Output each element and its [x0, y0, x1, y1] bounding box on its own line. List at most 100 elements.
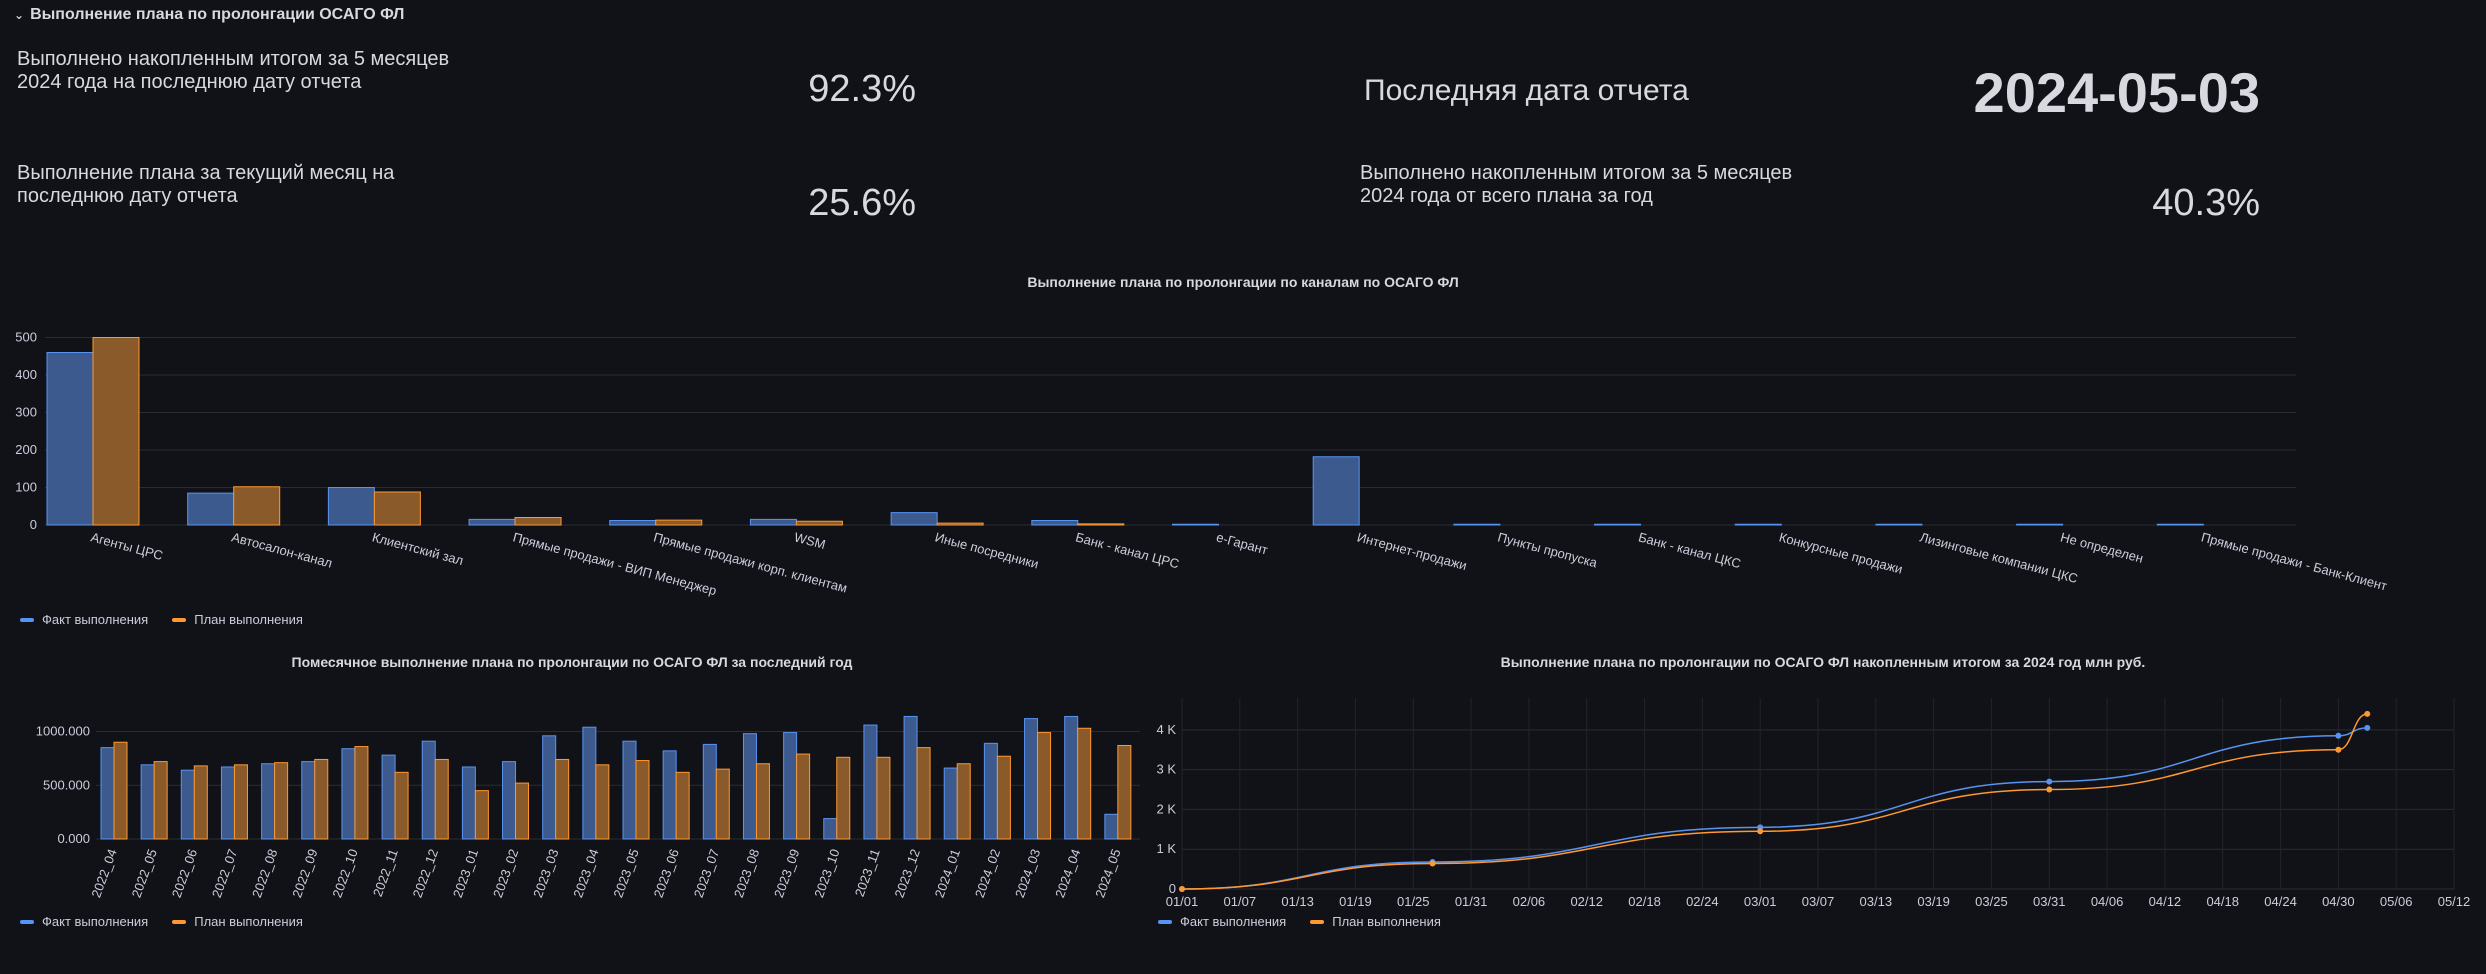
- x-tick-label: 2022_04: [88, 847, 119, 900]
- x-tick-label: 2023_01: [450, 847, 481, 900]
- legend-swatch-plan: [172, 919, 187, 924]
- legend-fact[interactable]: Факт выполнения: [1158, 914, 1286, 929]
- bar-plan: [936, 522, 984, 526]
- x-tick-label: 01/19: [1339, 894, 1372, 909]
- bar-plan: [474, 790, 489, 840]
- bar-plan: [996, 755, 1011, 840]
- bar-fact: [1031, 520, 1079, 526]
- legend-label-plan: План выполнения: [1332, 914, 1441, 929]
- y-tick-label: 500.000: [43, 777, 90, 792]
- x-tick-label: 01/31: [1455, 894, 1488, 909]
- x-tick-label: 2023_09: [771, 847, 802, 900]
- bar-fact: [261, 763, 276, 840]
- x-tick-label: 2024_02: [972, 847, 1003, 900]
- bar-plan: [635, 760, 650, 840]
- cumulative-chart-title: Выполнение плана по пролонгации по ОСАГО…: [1500, 654, 2146, 670]
- legend-label-fact: Факт выполнения: [42, 914, 149, 929]
- bar-fact: [2016, 523, 2064, 526]
- channels-legend: Факт выполнения План выполнения: [20, 612, 303, 627]
- x-tick-label: 2023_03: [530, 847, 561, 900]
- bar-fact: [2156, 523, 2204, 526]
- bar-fact: [749, 518, 797, 526]
- bar-fact: [180, 769, 195, 840]
- x-tick-label: Прямые продажи - Банк-Клиент: [2200, 529, 2389, 593]
- bar-plan: [193, 765, 208, 840]
- bar-fact: [1312, 456, 1360, 526]
- bar-fact: [582, 726, 597, 840]
- legend-swatch-fact: [20, 919, 34, 924]
- x-tick-label: Лизинговые компании ЦКС: [1918, 529, 2079, 586]
- bar-fact: [381, 754, 396, 840]
- stat-label-cumulative: Выполнено накопленным итогом за 5 месяце…: [17, 48, 450, 93]
- bar-fact: [983, 742, 998, 840]
- legend-fact[interactable]: Факт выполнения: [20, 612, 148, 627]
- bar-fact: [140, 764, 155, 840]
- bar-plan: [876, 756, 891, 840]
- bar-fact: [468, 518, 516, 526]
- x-tick-label: 04/06: [2091, 894, 2124, 909]
- bar-plan: [675, 771, 690, 840]
- x-tick-label: 01/01: [1166, 894, 1199, 909]
- row-collapse-toggle[interactable]: ⌄ Выполнение плана по пролонгации ОСАГО …: [14, 6, 404, 24]
- bar-plan: [755, 763, 770, 840]
- bar-plan: [655, 519, 703, 526]
- stat-label-last-date: Последняя дата отчета: [1364, 74, 1689, 107]
- bar-fact: [1734, 523, 1782, 526]
- x-tick-label: 02/24: [1686, 894, 1719, 909]
- series-point: [2335, 746, 2342, 753]
- x-tick-label: 2023_06: [651, 847, 682, 900]
- legend-label-plan: План выполнения: [194, 612, 303, 627]
- legend-label-fact: Факт выполнения: [1180, 914, 1287, 929]
- legend-fact[interactable]: Факт выполнения: [20, 914, 148, 929]
- x-tick-label: Клиентский зал: [371, 529, 465, 568]
- x-tick-label: Пункты пропуска: [1496, 529, 1600, 570]
- bar-fact: [327, 487, 375, 526]
- bar-plan: [92, 337, 140, 526]
- bar-fact: [783, 732, 798, 840]
- x-tick-label: 03/13: [1860, 894, 1893, 909]
- bar-fact: [100, 747, 115, 840]
- legend-plan[interactable]: План выполнения: [172, 612, 303, 627]
- x-tick-label: 05/12: [2438, 894, 2471, 909]
- x-tick-label: 2024_05: [1092, 847, 1123, 900]
- legend-plan[interactable]: План выполнения: [1310, 914, 1441, 929]
- y-tick-label: 0.000: [57, 831, 90, 846]
- x-tick-label: Конкурсные продажи: [1777, 529, 1904, 576]
- legend-plan[interactable]: План выполнения: [172, 914, 303, 929]
- bar-fact: [609, 520, 657, 526]
- x-tick-label: 03/01: [1744, 894, 1777, 909]
- bar-fact: [301, 761, 316, 840]
- x-tick-label: 01/25: [1397, 894, 1430, 909]
- x-tick-label: 2022_12: [410, 847, 441, 900]
- y-tick-label: 100: [15, 480, 37, 495]
- bar-fact: [341, 748, 356, 840]
- x-tick-label: Не определен: [2059, 529, 2145, 566]
- bar-fact: [702, 743, 717, 840]
- x-tick-label: 2023_10: [811, 847, 842, 900]
- legend-swatch-fact: [1158, 919, 1172, 924]
- x-tick-label: 2022_05: [129, 847, 160, 900]
- bar-plan: [354, 746, 369, 840]
- x-tick-label: 2023_07: [691, 847, 722, 900]
- x-tick-label: 05/06: [2380, 894, 2413, 909]
- y-tick-label: 400: [15, 367, 37, 382]
- series-point: [1179, 886, 1185, 892]
- x-tick-label: 2023_12: [891, 847, 922, 900]
- x-tick-label: 04/30: [2322, 894, 2355, 909]
- legend-swatch-plan: [172, 617, 187, 622]
- stat-label-current-month: Выполнение плана за текущий месяц на пос…: [17, 162, 395, 207]
- bar-plan: [233, 486, 281, 526]
- series-point: [2046, 786, 2053, 793]
- x-tick-label: 03/07: [1802, 894, 1835, 909]
- bar-plan: [595, 764, 610, 840]
- bar-plan: [373, 491, 421, 526]
- x-tick-label: 02/12: [1570, 894, 1603, 909]
- stat-label-year-plan: Выполнено накопленным итогом за 5 месяце…: [1360, 162, 1793, 207]
- bar-fact: [502, 761, 517, 840]
- series-point: [2335, 732, 2342, 739]
- x-tick-label: 2023_11: [852, 847, 883, 899]
- stat-value-cumulative: 92.3%: [808, 68, 916, 110]
- x-tick-label: 02/06: [1513, 894, 1546, 909]
- x-tick-label: 2022_07: [209, 847, 240, 900]
- x-tick-label: 2024_04: [1052, 847, 1083, 900]
